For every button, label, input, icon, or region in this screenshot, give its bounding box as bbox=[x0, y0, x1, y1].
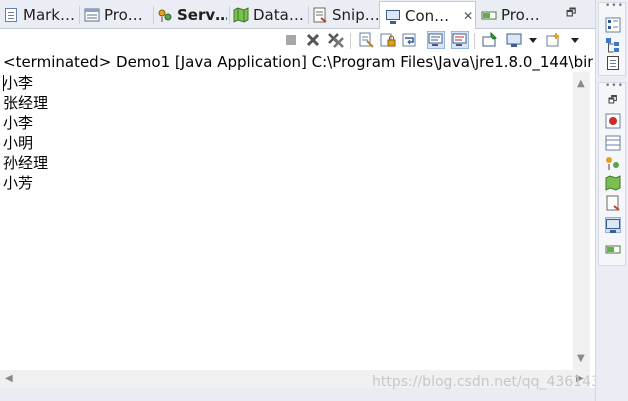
progress-icon[interactable] bbox=[605, 241, 621, 257]
scroll-left-icon[interactable]: ◀ bbox=[5, 373, 13, 384]
console-icon bbox=[385, 8, 401, 24]
remove-all-terminated-icon bbox=[328, 33, 344, 48]
history-icon[interactable] bbox=[605, 195, 621, 211]
pin-console-icon bbox=[482, 32, 497, 47]
tab-snippets-label: Snip… bbox=[332, 6, 378, 24]
show-console-on-stderr-button[interactable] bbox=[451, 31, 469, 49]
chevron-down-icon[interactable] bbox=[571, 38, 579, 43]
close-icon[interactable]: ✕ bbox=[463, 9, 473, 23]
console-line: 张经理 bbox=[3, 94, 49, 112]
console-output[interactable]: 小李 张经理 小李 小明 孙经理 小芳 bbox=[0, 72, 573, 370]
tab-data-source-explorer-label: Data… bbox=[253, 6, 304, 24]
vertical-scrollbar[interactable]: ▲ ▼ bbox=[573, 72, 590, 370]
task-list-icon[interactable] bbox=[605, 17, 621, 33]
text-caret bbox=[3, 75, 4, 91]
tab-servers-label: Serv… bbox=[177, 6, 227, 24]
tab-markers[interactable]: Mark… bbox=[3, 2, 77, 28]
tab-data-source-explorer[interactable]: Data… bbox=[233, 2, 305, 28]
trim-group-bottom: ••• 🗗 bbox=[598, 81, 626, 266]
progress-icon bbox=[481, 7, 497, 23]
trim-group-top: ••• bbox=[598, 1, 626, 76]
tab-properties[interactable]: Pro… bbox=[84, 2, 150, 28]
data-source-explorer-icon bbox=[233, 7, 249, 23]
display-selected-console-button[interactable] bbox=[505, 31, 523, 49]
document-icon[interactable] bbox=[605, 55, 621, 71]
outline-icon[interactable] bbox=[605, 37, 621, 53]
tab-progress[interactable]: Pro… bbox=[481, 2, 547, 28]
terminate-button[interactable] bbox=[282, 31, 300, 49]
scroll-down-icon[interactable]: ▼ bbox=[577, 353, 585, 364]
process-status-label: <terminated> Demo1 [Java Application] C:… bbox=[3, 53, 593, 71]
tab-progress-label: Pro… bbox=[501, 6, 540, 24]
toolbar-divider bbox=[474, 33, 475, 49]
scroll-lock-icon bbox=[380, 33, 396, 47]
tab-divider bbox=[153, 6, 154, 24]
show-console-on-stdout-icon bbox=[428, 33, 443, 46]
scroll-up-icon[interactable]: ▲ bbox=[577, 78, 585, 89]
servers-icon bbox=[157, 7, 173, 23]
clear-console-button[interactable] bbox=[357, 31, 375, 49]
console-line: 小芳 bbox=[3, 174, 34, 192]
call-hierarchy-icon[interactable] bbox=[605, 155, 621, 171]
console-line: 小李 bbox=[3, 74, 34, 92]
tab-divider bbox=[308, 6, 309, 24]
clear-console-icon bbox=[359, 32, 374, 48]
scroll-lock-button[interactable] bbox=[379, 31, 397, 49]
show-console-on-stdout-button[interactable] bbox=[427, 31, 445, 49]
console-icon[interactable] bbox=[605, 217, 621, 233]
show-console-on-stderr-icon bbox=[452, 33, 467, 46]
tab-console[interactable]: Con… ✕ bbox=[379, 1, 476, 29]
properties-icon bbox=[84, 7, 100, 23]
toolbar-divider bbox=[350, 33, 351, 49]
remove-all-terminated-button[interactable] bbox=[327, 31, 345, 49]
tab-console-label: Con… bbox=[405, 6, 450, 25]
right-trim-stack: ••• ••• 🗗 bbox=[595, 0, 628, 401]
word-wrap-button[interactable] bbox=[401, 31, 419, 49]
type-hierarchy-icon[interactable] bbox=[605, 135, 621, 151]
tab-properties-label: Pro… bbox=[104, 6, 143, 24]
open-console-icon bbox=[546, 33, 559, 47]
drag-handle[interactable]: ••• bbox=[605, 81, 624, 91]
watermark-text: https://blog.csdn.net/qq_43614335 bbox=[372, 374, 618, 390]
map-icon[interactable] bbox=[605, 175, 621, 191]
tab-snippets[interactable]: Snip… bbox=[312, 2, 378, 28]
console-line: 小李 bbox=[3, 114, 34, 132]
minimize-icon[interactable]: 🗗 bbox=[566, 4, 576, 23]
display-selected-console-icon bbox=[506, 33, 522, 47]
pin-console-button[interactable] bbox=[481, 31, 499, 49]
tab-divider bbox=[229, 6, 230, 24]
drag-handle[interactable]: ••• bbox=[605, 1, 624, 11]
terminate-icon bbox=[286, 35, 296, 45]
console-line: 小明 bbox=[3, 134, 34, 152]
markers-icon bbox=[3, 7, 19, 23]
tab-markers-label: Mark… bbox=[23, 6, 75, 24]
junit-icon[interactable] bbox=[605, 113, 621, 129]
chevron-down-icon[interactable] bbox=[529, 38, 537, 43]
tab-divider bbox=[79, 6, 80, 24]
remove-launch-icon bbox=[306, 33, 320, 47]
remove-launch-button[interactable] bbox=[304, 31, 322, 49]
restore-icon[interactable]: 🗗 bbox=[608, 93, 617, 110]
word-wrap-icon bbox=[402, 33, 416, 47]
snippets-icon bbox=[312, 7, 328, 23]
open-console-button[interactable] bbox=[545, 31, 563, 49]
view-tab-strip: Mark… Pro… Serv… Data… Snip… Con… ✕ Pro…… bbox=[0, 0, 595, 29]
tab-servers[interactable]: Serv… bbox=[157, 2, 227, 28]
console-line: 孙经理 bbox=[3, 154, 49, 172]
console-toolbar bbox=[0, 29, 595, 52]
